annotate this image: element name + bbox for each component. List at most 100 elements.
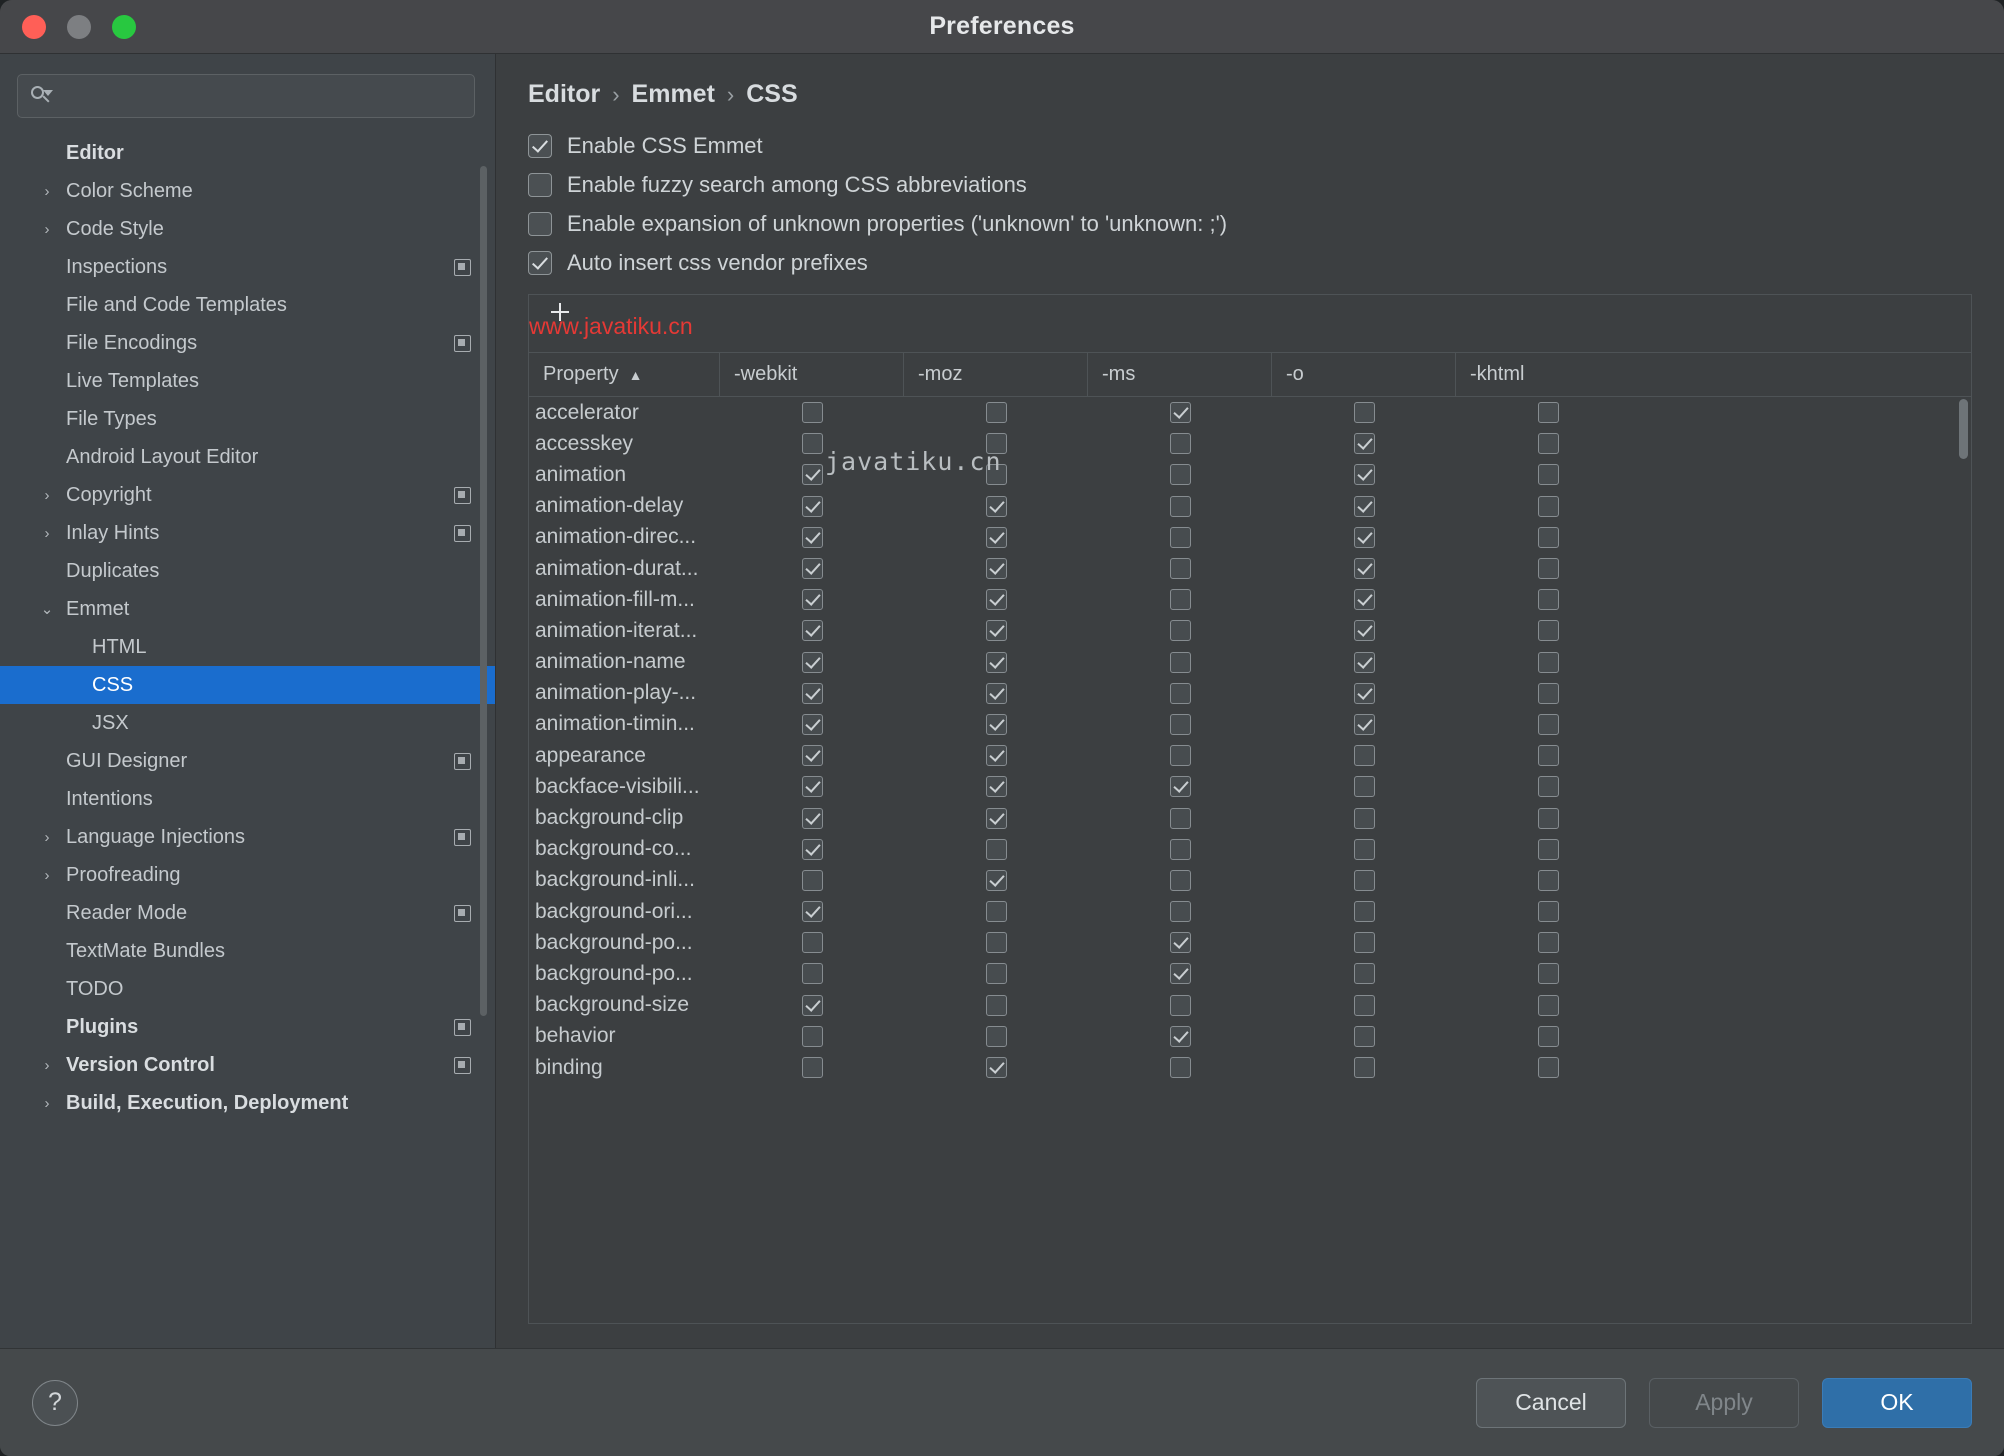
prefix-cell-khtml[interactable] — [1456, 682, 1640, 704]
chevron-right-icon[interactable]: › — [34, 184, 60, 199]
sidebar-item-file-encodings[interactable]: › File Encodings — [0, 324, 495, 362]
checkbox-unchecked-icon[interactable] — [1537, 682, 1559, 704]
prefix-cell-moz[interactable] — [904, 869, 1088, 891]
column-header-khtml[interactable]: -khtml — [1456, 353, 1640, 396]
checkbox-checked-icon[interactable] — [1353, 651, 1375, 673]
table-row[interactable]: background-po... — [529, 927, 1971, 958]
prefix-cell-moz[interactable] — [904, 901, 1088, 923]
prefix-cell-ms[interactable] — [1088, 433, 1272, 455]
sidebar-item-file-and-code-templates[interactable]: › File and Code Templates — [0, 286, 495, 324]
checkbox-unchecked-icon[interactable] — [1169, 682, 1191, 704]
prefix-cell-o[interactable] — [1272, 838, 1456, 860]
column-header-o[interactable]: -o — [1272, 353, 1456, 396]
checkbox-unchecked-icon[interactable] — [985, 932, 1007, 954]
prefix-cell-khtml[interactable] — [1456, 1025, 1640, 1047]
prefix-cell-ms[interactable] — [1088, 869, 1272, 891]
checkbox-unchecked-icon[interactable] — [1169, 838, 1191, 860]
sidebar-item-jsx[interactable]: › JSX — [0, 704, 495, 742]
prefix-cell-webkit[interactable] — [720, 1057, 904, 1079]
prefix-cell-moz[interactable] — [904, 433, 1088, 455]
prefix-cell-webkit[interactable] — [720, 558, 904, 580]
table-row[interactable]: background-inli... — [529, 865, 1971, 896]
prefix-cell-khtml[interactable] — [1456, 963, 1640, 985]
checkbox-checked-icon[interactable] — [801, 776, 823, 798]
prefix-cell-webkit[interactable] — [720, 901, 904, 923]
checkbox-unchecked-icon[interactable] — [1353, 1025, 1375, 1047]
sidebar-item-proofreading[interactable]: › Proofreading — [0, 856, 495, 894]
prefix-cell-o[interactable] — [1272, 495, 1456, 517]
checkbox-unchecked-icon[interactable] — [1353, 807, 1375, 829]
prefix-cell-ms[interactable] — [1088, 620, 1272, 642]
prefix-cell-o[interactable] — [1272, 963, 1456, 985]
checkbox-unchecked-icon[interactable] — [1537, 433, 1559, 455]
search-input[interactable] — [58, 85, 462, 107]
sidebar-item-copyright[interactable]: › Copyright — [0, 476, 495, 514]
sidebar-item-live-templates[interactable]: › Live Templates — [0, 362, 495, 400]
prefix-cell-moz[interactable] — [904, 1025, 1088, 1047]
checkbox-unchecked-icon[interactable] — [1353, 745, 1375, 767]
prefix-cell-ms[interactable] — [1088, 901, 1272, 923]
prefix-cell-ms[interactable] — [1088, 807, 1272, 829]
checkbox-unchecked-icon[interactable] — [1537, 963, 1559, 985]
prefix-cell-ms[interactable] — [1088, 963, 1272, 985]
checkbox-unchecked-icon[interactable] — [1169, 558, 1191, 580]
checkbox-unchecked-icon[interactable] — [1537, 713, 1559, 735]
prefix-cell-khtml[interactable] — [1456, 932, 1640, 954]
prefix-cell-moz[interactable] — [904, 745, 1088, 767]
prefix-cell-moz[interactable] — [904, 464, 1088, 486]
prefix-cell-khtml[interactable] — [1456, 869, 1640, 891]
sidebar-item-emmet[interactable]: ⌄ Emmet — [0, 590, 495, 628]
table-row[interactable]: animation-delay — [529, 491, 1971, 522]
checkbox-unchecked-icon[interactable] — [1537, 589, 1559, 611]
checkbox-checked-icon[interactable] — [801, 589, 823, 611]
prefix-cell-o[interactable] — [1272, 589, 1456, 611]
prefix-cell-webkit[interactable] — [720, 495, 904, 517]
checkbox-unchecked-icon[interactable] — [985, 963, 1007, 985]
prefix-cell-webkit[interactable] — [720, 838, 904, 860]
prefix-cell-webkit[interactable] — [720, 620, 904, 642]
prefix-cell-moz[interactable] — [904, 994, 1088, 1016]
table-row[interactable]: animation-timin... — [529, 709, 1971, 740]
checkbox-unchecked-icon[interactable] — [1537, 776, 1559, 798]
checkbox-checked-icon[interactable] — [1353, 713, 1375, 735]
table-row[interactable]: animation-durat... — [529, 553, 1971, 584]
checkbox-unchecked-icon[interactable] — [1537, 1025, 1559, 1047]
checkbox-checked-icon[interactable] — [985, 620, 1007, 642]
breadcrumb-item[interactable]: Emmet — [632, 80, 715, 109]
prefix-cell-khtml[interactable] — [1456, 558, 1640, 580]
prefix-cell-khtml[interactable] — [1456, 495, 1640, 517]
prefix-cell-ms[interactable] — [1088, 838, 1272, 860]
checkbox-unchecked-icon[interactable] — [985, 994, 1007, 1016]
prefix-cell-moz[interactable] — [904, 402, 1088, 424]
prefix-cell-webkit[interactable] — [720, 526, 904, 548]
checkbox-unchecked-icon[interactable] — [1537, 620, 1559, 642]
checkbox-checked-icon[interactable] — [1353, 464, 1375, 486]
table-row[interactable]: animation — [529, 459, 1971, 490]
checkbox-checked-icon[interactable] — [1169, 963, 1191, 985]
prefix-cell-khtml[interactable] — [1456, 745, 1640, 767]
checkbox-checked-icon[interactable] — [801, 495, 823, 517]
checkbox-checked-icon[interactable] — [1353, 589, 1375, 611]
checkbox-unchecked-icon[interactable] — [1169, 745, 1191, 767]
sidebar-item-intentions[interactable]: › Intentions — [0, 780, 495, 818]
checkbox-unchecked-icon[interactable] — [1169, 807, 1191, 829]
apply-button[interactable]: Apply — [1649, 1377, 1799, 1428]
help-button[interactable]: ? — [32, 1379, 78, 1426]
prefix-cell-khtml[interactable] — [1456, 776, 1640, 798]
checkbox-unchecked-icon[interactable] — [1353, 963, 1375, 985]
table-row[interactable]: animation-fill-m... — [529, 584, 1971, 615]
table-row[interactable]: accesskey — [529, 428, 1971, 459]
prefix-cell-webkit[interactable] — [720, 869, 904, 891]
checkbox-checked-icon[interactable] — [801, 901, 823, 923]
sidebar-item-android-layout-editor[interactable]: › Android Layout Editor — [0, 438, 495, 476]
checkbox-checked-icon[interactable] — [1353, 682, 1375, 704]
prefix-cell-webkit[interactable] — [720, 807, 904, 829]
checkbox-unchecked-icon[interactable] — [1353, 1057, 1375, 1079]
checkbox-unchecked-icon[interactable] — [1537, 745, 1559, 767]
column-header-property[interactable]: Property ▲ — [529, 353, 720, 396]
prefix-cell-webkit[interactable] — [720, 402, 904, 424]
checkbox-unchecked-icon[interactable] — [985, 433, 1007, 455]
prefix-cell-moz[interactable] — [904, 651, 1088, 673]
prefix-cell-moz[interactable] — [904, 963, 1088, 985]
prefix-cell-webkit[interactable] — [720, 745, 904, 767]
